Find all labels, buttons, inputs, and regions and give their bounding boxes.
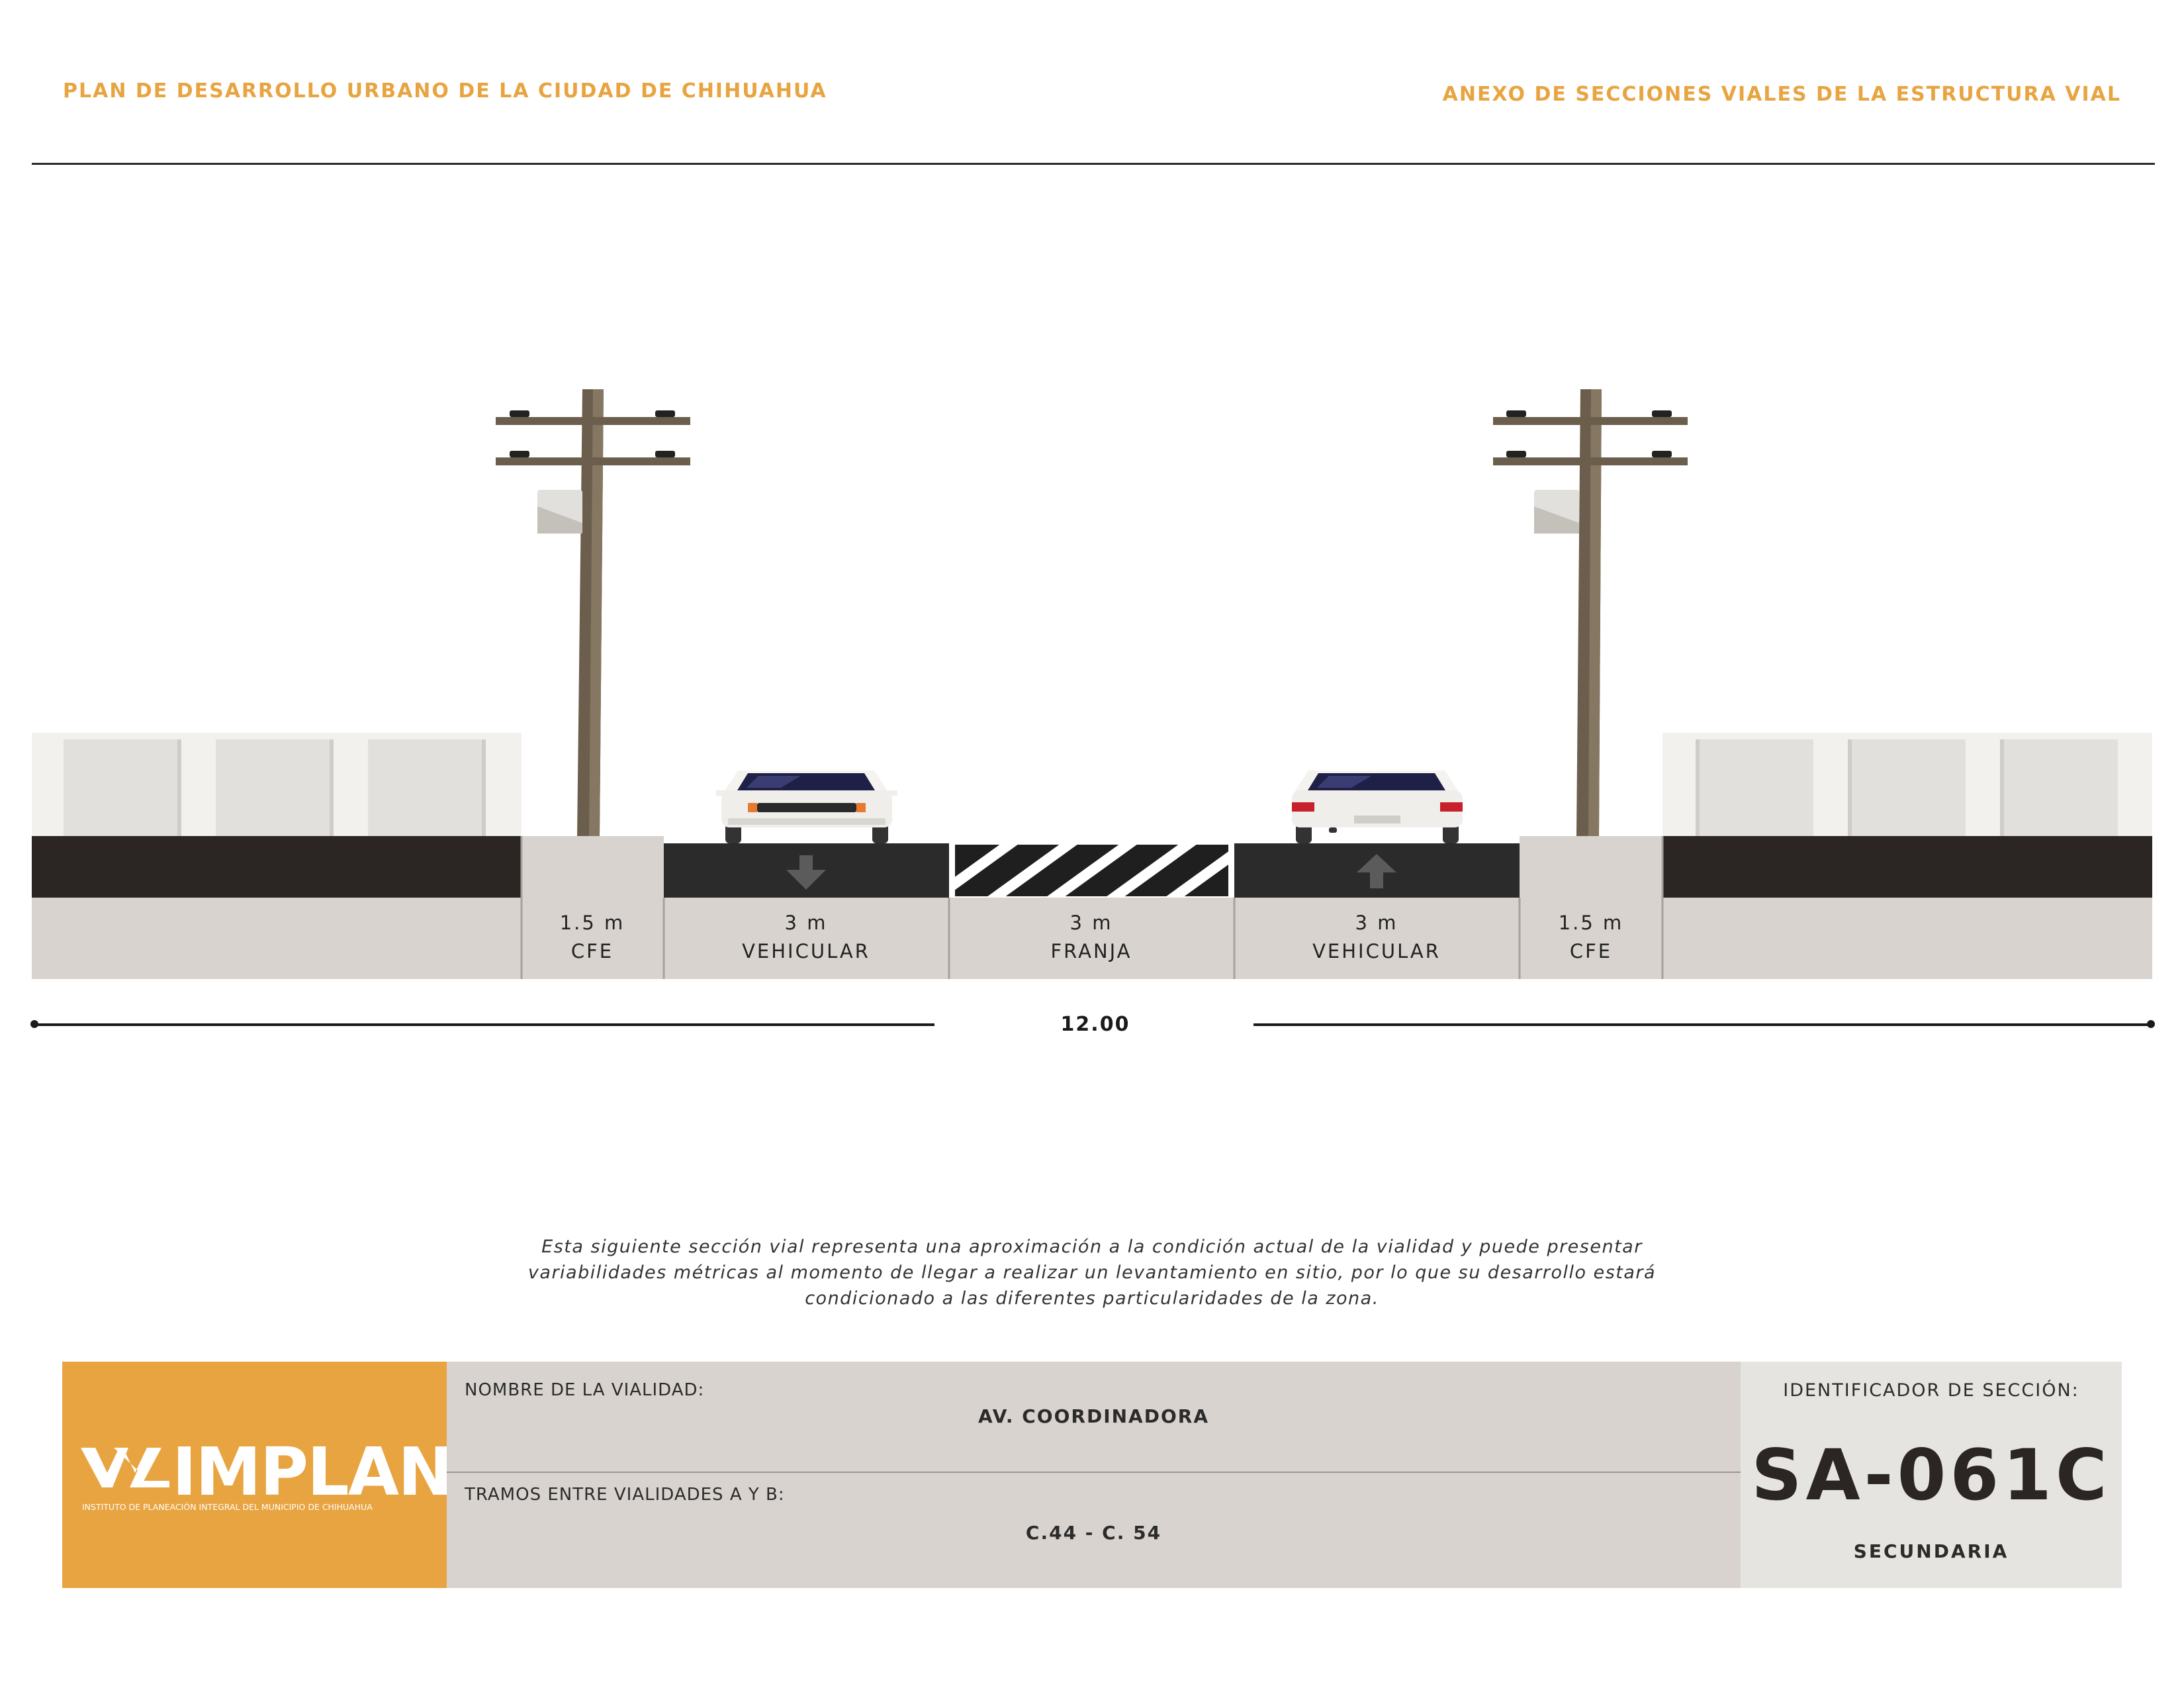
road-classification: SECUNDARIA [1853, 1540, 2009, 1562]
left-building [32, 733, 522, 837]
segment-use-label: CFE [1570, 940, 1612, 962]
section-id-panel: IDENTIFICADOR DE SECCIÓN: SA-061C SECUND… [1741, 1362, 2122, 1588]
dimension-line-right [1253, 1023, 2151, 1026]
header-right-title: ANEXO DE SECCIONES VIALES DE LA ESTRUCTU… [1442, 83, 2121, 106]
right-building [1662, 733, 2152, 837]
dimension-endpoint [2147, 1020, 2155, 1028]
left-property-strip [32, 836, 522, 898]
disclaimer-note: Esta siguiente sección vial representa u… [527, 1237, 1657, 1309]
header-divider [32, 163, 2155, 165]
dimension-line-left [34, 1023, 934, 1026]
total-width-value: 12.00 [1060, 1013, 1130, 1036]
implan-logo-icon [81, 1448, 169, 1487]
road-name-label: NOMBRE DE LA VIALIDAD: [465, 1380, 705, 1400]
implan-logo: IMPLAN INSTITUTO DE PLANEACIÓN INTEGRAL … [62, 1362, 453, 1588]
right-utility-pole [1493, 389, 1688, 836]
info-divider [447, 1472, 1741, 1473]
dimension-endpoint [30, 1020, 38, 1028]
segment-width-label: 1.5 m [560, 912, 625, 934]
segment-use-label: VEHICULAR [1312, 940, 1441, 962]
road-info-panel: NOMBRE DE LA VIALIDAD: AV. COORDINADORA … [447, 1362, 1741, 1588]
section-id-code: SA-061C [1751, 1434, 2111, 1516]
header-left-title: PLAN DE DESARROLLO URBANO DE LA CIUDAD D… [63, 79, 827, 103]
logo-wordmark: IMPLAN [172, 1433, 453, 1511]
segment-range-label: TRAMOS ENTRE VIALIDADES A Y B: [465, 1485, 785, 1505]
section-id-label: IDENTIFICADOR DE SECCIÓN: [1783, 1380, 2079, 1401]
road-name-value: AV. COORDINADORA [978, 1405, 1209, 1427]
right-property-strip [1662, 836, 2152, 898]
segment-width-label: 1.5 m [1559, 912, 1624, 934]
segment-use-label: CFE [571, 940, 614, 962]
segment-use-label: VEHICULAR [742, 940, 870, 962]
segment-range-value: C.44 - C. 54 [1025, 1522, 1162, 1544]
car-front-icon [716, 771, 897, 843]
car-rear-icon [1292, 771, 1463, 843]
logo-subtitle: INSTITUTO DE PLANEACIÓN INTEGRAL DEL MUN… [82, 1502, 373, 1512]
segment-use-label: FRANJA [1050, 940, 1132, 962]
segment-width-label: 3 m [785, 912, 828, 934]
title-block: IMPLAN INSTITUTO DE PLANEACIÓN INTEGRAL … [62, 1362, 2122, 1588]
ground-band [32, 898, 2152, 979]
left-utility-pole [496, 389, 690, 836]
segment-width-label: 3 m [1070, 912, 1113, 934]
road-cross-section: 1.5 m CFE 3 m VEHICULAR 3 m FRANJA 3 m V… [32, 389, 2152, 979]
segment-width-label: 3 m [1355, 912, 1398, 934]
